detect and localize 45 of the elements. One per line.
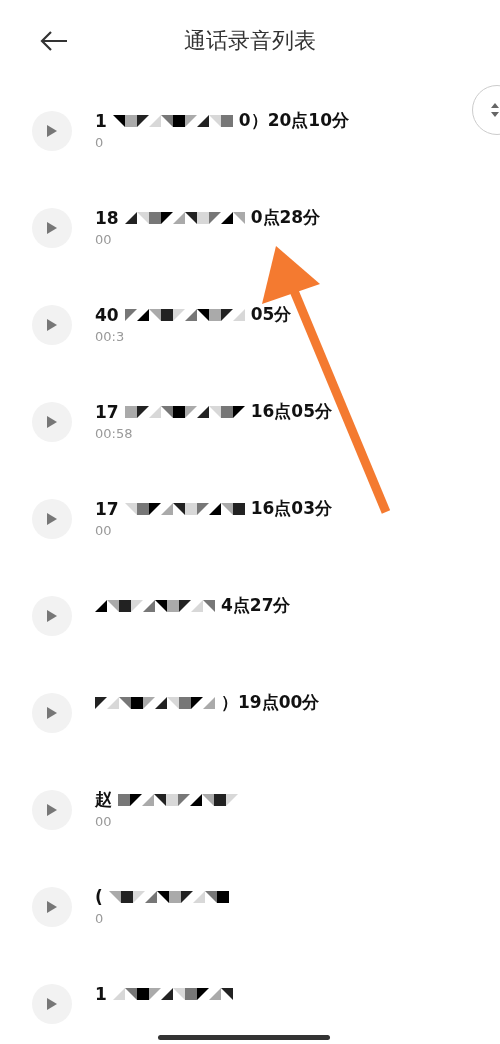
recording-details: 00:3	[95, 328, 125, 344]
recording-title: 赵	[95, 788, 112, 811]
play-button[interactable]	[32, 595, 72, 636]
play-icon	[47, 318, 57, 331]
play-icon	[47, 900, 57, 913]
recording-title: 1	[95, 983, 107, 1004]
recording-title: 16点03分	[250, 497, 332, 520]
recording-details: 00	[95, 813, 112, 829]
recording-title: 05分	[250, 303, 292, 326]
recording-title: 16点05分	[250, 400, 332, 423]
back-icon[interactable]	[40, 31, 68, 51]
recording-title: ）19点00分	[221, 691, 320, 714]
recording-title: 4点27分	[221, 594, 291, 617]
play-icon	[47, 512, 57, 525]
play-icon	[47, 609, 57, 622]
play-button[interactable]	[32, 886, 72, 927]
recording-title: (	[95, 886, 103, 907]
play-button[interactable]	[32, 207, 72, 248]
recording-title: 1	[95, 110, 107, 131]
recording-title: 0点28分	[250, 206, 321, 229]
recording-title: 0）20点10分	[238, 109, 349, 132]
play-icon	[47, 124, 57, 137]
play-button[interactable]	[32, 498, 72, 539]
recording-details: 0	[95, 134, 104, 150]
play-button[interactable]	[32, 304, 72, 345]
recording-title: 40	[95, 304, 119, 325]
play-icon	[47, 803, 57, 816]
recording-details: 0	[95, 910, 104, 926]
recording-details: 00	[95, 522, 112, 538]
page-title: 通话录音列表	[184, 27, 316, 55]
recording-title: 17	[95, 401, 119, 422]
recording-title: 18	[95, 207, 119, 228]
play-button[interactable]	[32, 110, 72, 151]
play-icon	[47, 221, 57, 234]
play-icon	[47, 415, 57, 428]
sort-icon	[490, 102, 500, 118]
play-button[interactable]	[32, 692, 72, 733]
play-icon	[47, 997, 57, 1010]
play-button[interactable]	[32, 401, 72, 442]
recording-title: 17	[95, 498, 119, 519]
play-button[interactable]	[32, 983, 72, 1024]
play-button[interactable]	[32, 789, 72, 830]
recording-details: 00:58	[95, 425, 133, 441]
play-icon	[47, 706, 57, 719]
recording-details: 00	[95, 231, 112, 247]
